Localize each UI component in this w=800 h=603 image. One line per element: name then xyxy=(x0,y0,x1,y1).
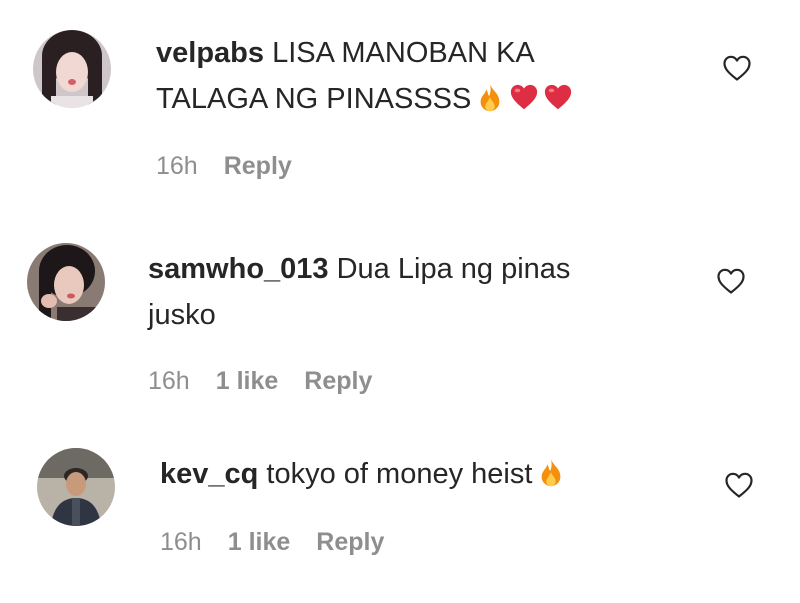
likes-count[interactable]: 1 like xyxy=(228,528,291,557)
comment-text-line: tokyo of money heist xyxy=(266,458,533,490)
comment-username[interactable]: kev_cq xyxy=(160,458,258,490)
heart-outline-icon[interactable] xyxy=(724,471,754,499)
comment-time: 16h xyxy=(160,528,202,556)
fire-emoji xyxy=(542,458,561,487)
comment-text: kev_cq tokyo of money heist xyxy=(160,451,566,497)
comment-item: kev_cq tokyo of money heist 16h 1 like R… xyxy=(0,0,800,603)
avatar[interactable] xyxy=(37,448,115,526)
reply-button[interactable]: Reply xyxy=(316,528,384,557)
comment-meta: 16h 1 like Reply xyxy=(160,528,384,557)
